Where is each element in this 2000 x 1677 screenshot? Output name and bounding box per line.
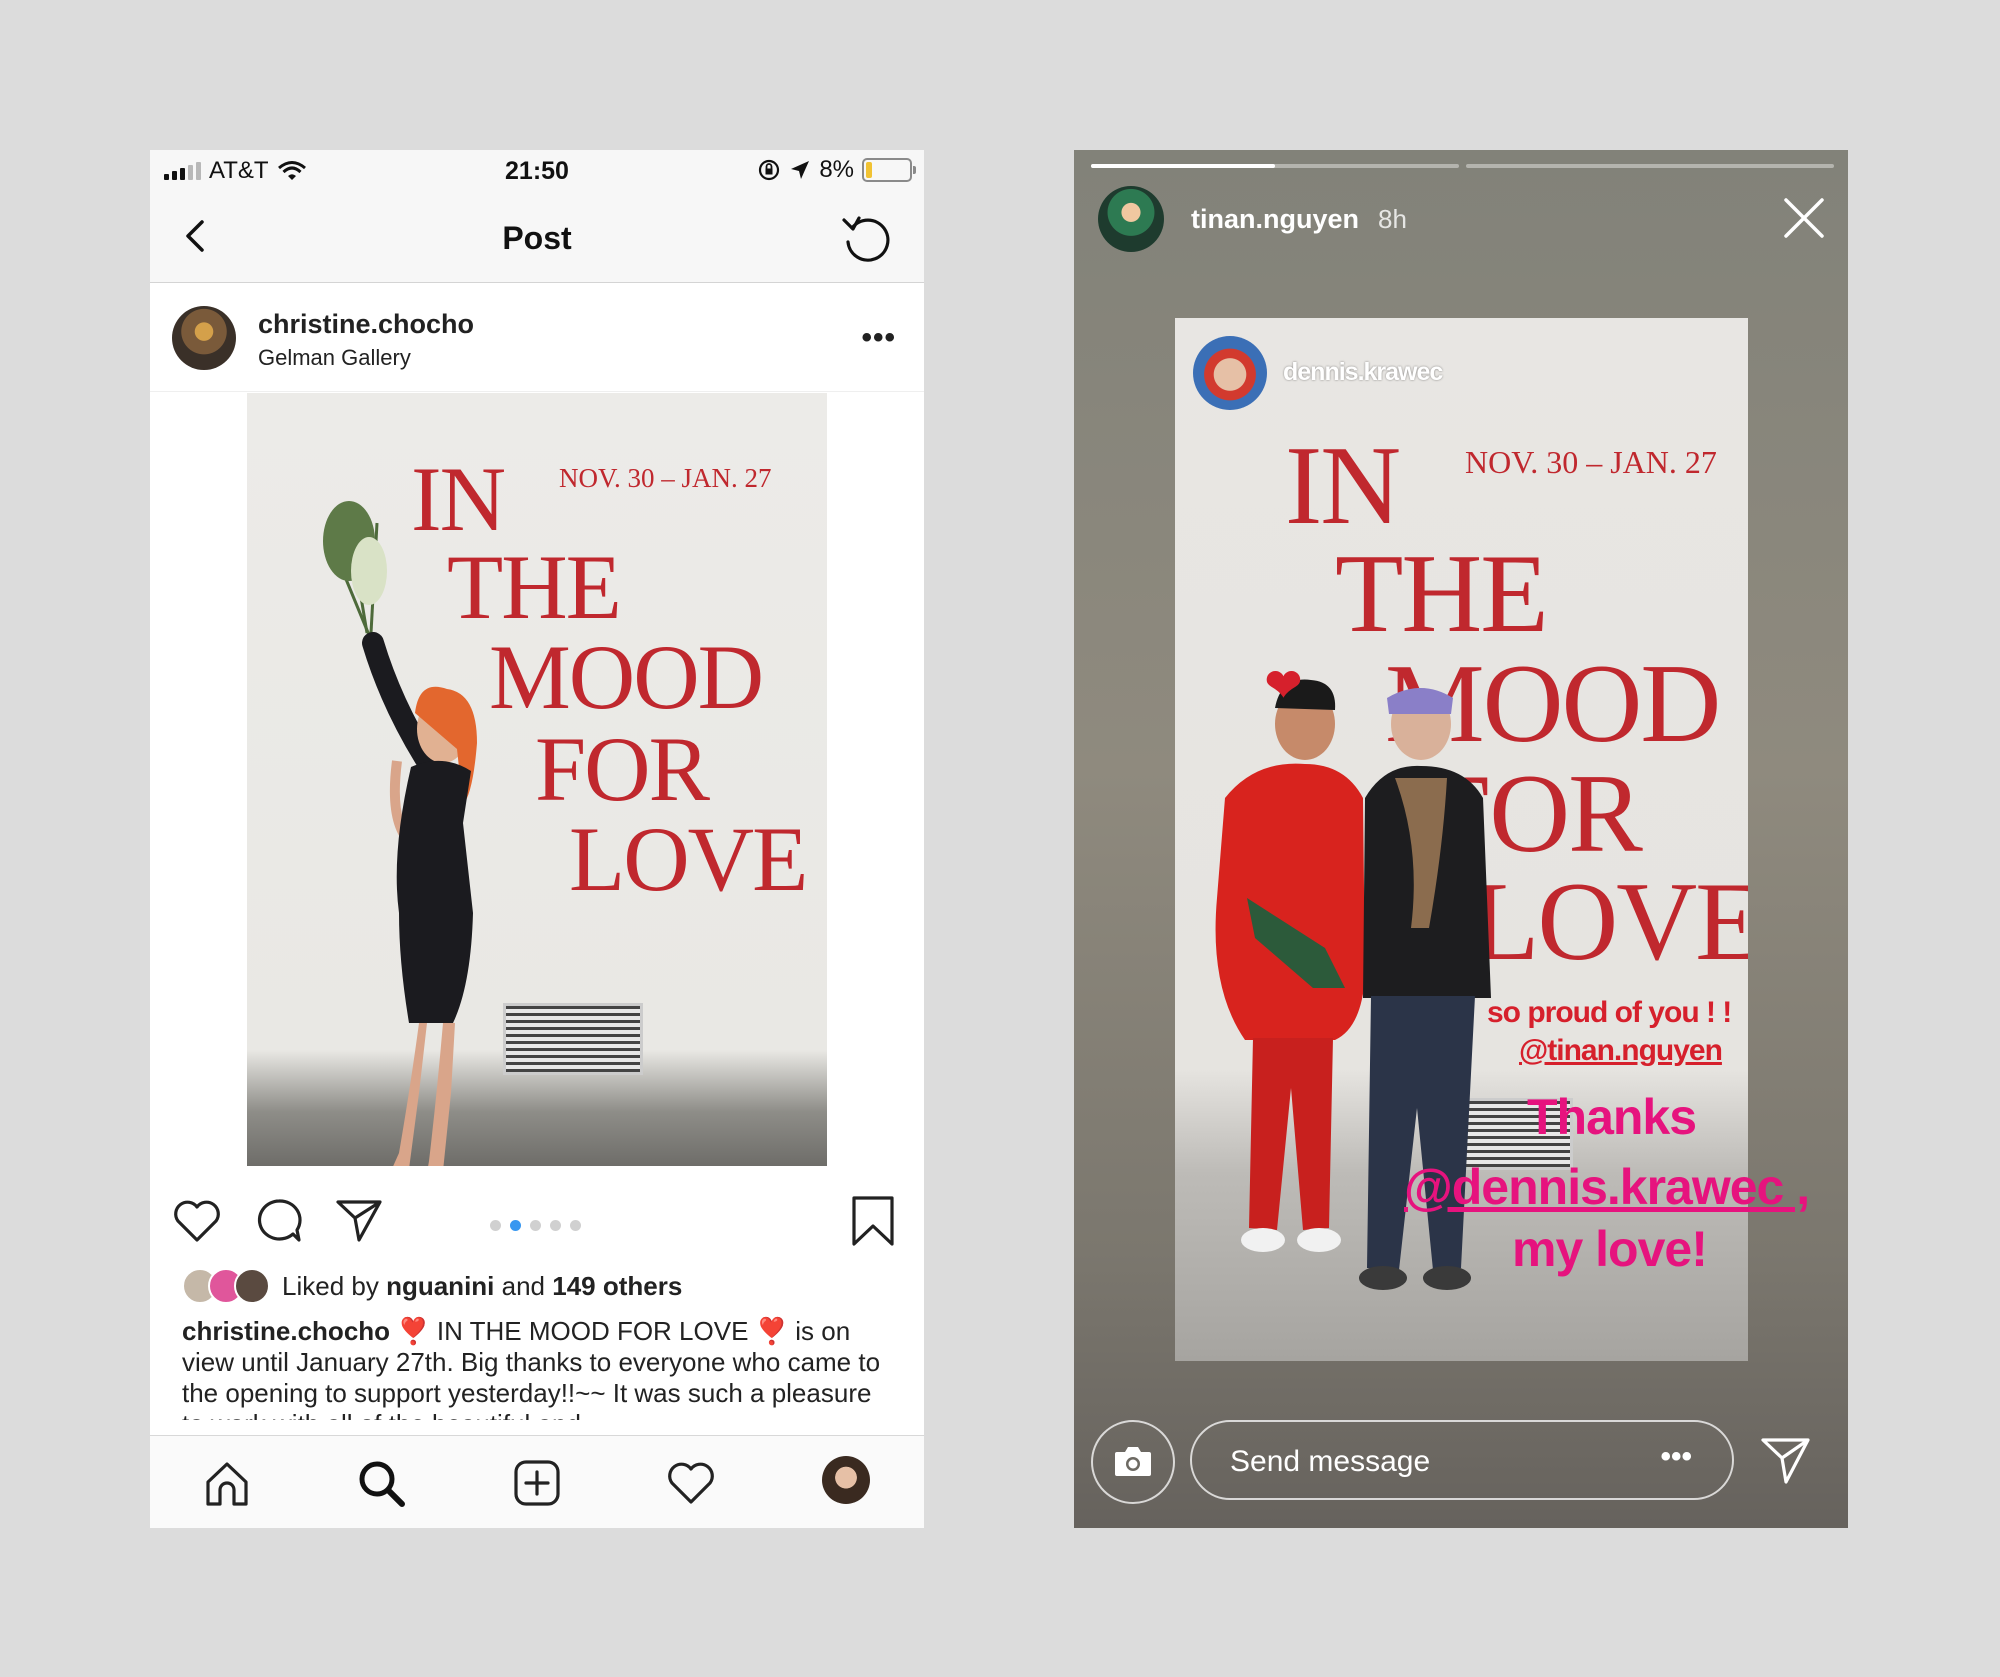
poster-dates: NOV. 30 – JAN. 27 <box>1465 444 1717 480</box>
send-icon[interactable] <box>1758 1432 1814 1488</box>
sticker-mention-tinan[interactable]: @tinan.nguyen <box>1519 1034 1723 1068</box>
post-header: christine.chocho Gelman Gallery ••• <box>150 283 924 392</box>
poster-line-the: THE <box>1335 532 1549 656</box>
battery-icon <box>862 158 916 182</box>
heart-sticker: ❤ <box>1265 661 1302 710</box>
likes-user[interactable]: nguanini <box>386 1271 494 1301</box>
sticker-thanks: Thanks <box>1527 1089 1697 1145</box>
orientation-lock-icon <box>759 159 780 181</box>
send-icon[interactable] <box>332 1194 386 1248</box>
story-screen: tinan.nguyen 8h dennis.krawec NOV. 30 – … <box>1074 150 1848 1528</box>
post-caption: christine.chocho ❣️ IN THE MOOD FOR LOVE… <box>182 1316 892 1420</box>
send-message-input[interactable]: Send message ••• <box>1190 1420 1734 1500</box>
likes-row[interactable]: Liked by nguanini and 149 others <box>182 1268 682 1304</box>
message-placeholder: Send message <box>1230 1445 1431 1478</box>
nav-bar: Post <box>150 192 924 283</box>
reposted-username[interactable]: dennis.krawec <box>1283 358 1443 387</box>
liker-avatar <box>234 1268 270 1304</box>
sticker-proud-line: so proud of you ! ! <box>1487 996 1732 1029</box>
search-icon[interactable] <box>354 1456 408 1510</box>
story-progress-segment <box>1091 164 1459 168</box>
poster-line-mood: MOOD <box>489 626 764 728</box>
post-photo[interactable]: NOV. 30 – JAN. 27 IN THE MOOD FOR LOVE <box>247 393 827 1166</box>
close-icon[interactable] <box>1778 192 1830 244</box>
refresh-icon[interactable] <box>838 210 894 266</box>
post-username[interactable]: christine.chocho <box>258 309 474 340</box>
post-screen: AT&T 21:50 8% Post christine.chocho Gelm… <box>150 150 924 1528</box>
couple-figure <box>1215 679 1491 1290</box>
avatar[interactable] <box>1193 336 1267 410</box>
poster-dates: NOV. 30 – JAN. 27 <box>559 463 772 493</box>
likes-middle: and <box>494 1270 553 1301</box>
page-title: Post <box>502 220 572 256</box>
profile-avatar[interactable] <box>822 1456 870 1504</box>
poster-line-for: FOR <box>535 718 710 820</box>
progress-fill <box>1091 164 1275 168</box>
sticker-mention-dennis[interactable]: @dennis.krawec , <box>1404 1158 1810 1216</box>
status-bar: AT&T 21:50 8% <box>150 150 924 192</box>
story-author-avatar[interactable] <box>1098 186 1164 252</box>
avatar[interactable] <box>172 306 236 370</box>
heart-icon[interactable] <box>664 1456 718 1510</box>
location-arrow-icon <box>791 161 810 179</box>
post-location[interactable]: Gelman Gallery <box>258 345 411 371</box>
story-progress-segment <box>1466 164 1834 168</box>
poster-line-love: LOVE <box>569 808 808 910</box>
more-options-button[interactable]: ••• <box>861 321 896 355</box>
story-username[interactable]: tinan.nguyen <box>1191 204 1359 235</box>
comment-icon[interactable] <box>252 1194 306 1248</box>
camera-icon <box>1115 1447 1151 1476</box>
sticker-my-love: my love! <box>1512 1221 1708 1277</box>
likes-prefix: Liked by <box>282 1270 387 1301</box>
poster-line-in: IN <box>1285 424 1401 548</box>
tab-bar <box>150 1435 924 1528</box>
caption-username[interactable]: christine.chocho <box>182 1316 390 1346</box>
more-options-button[interactable]: ••• <box>1660 1440 1692 1474</box>
story-reply-bar: Send message ••• <box>1074 1418 1848 1528</box>
likes-count[interactable]: 149 others <box>552 1271 682 1301</box>
bookmark-icon[interactable] <box>846 1194 900 1248</box>
carousel-indicator <box>490 1220 581 1231</box>
add-icon[interactable] <box>510 1456 564 1510</box>
post-actions <box>150 1180 924 1260</box>
story-time: 8h <box>1378 204 1407 234</box>
heart-icon[interactable] <box>170 1194 224 1248</box>
battery-percent: 8% <box>819 156 854 183</box>
home-icon[interactable] <box>200 1456 254 1510</box>
woman-figure <box>323 501 477 1166</box>
camera-button[interactable] <box>1091 1420 1175 1504</box>
